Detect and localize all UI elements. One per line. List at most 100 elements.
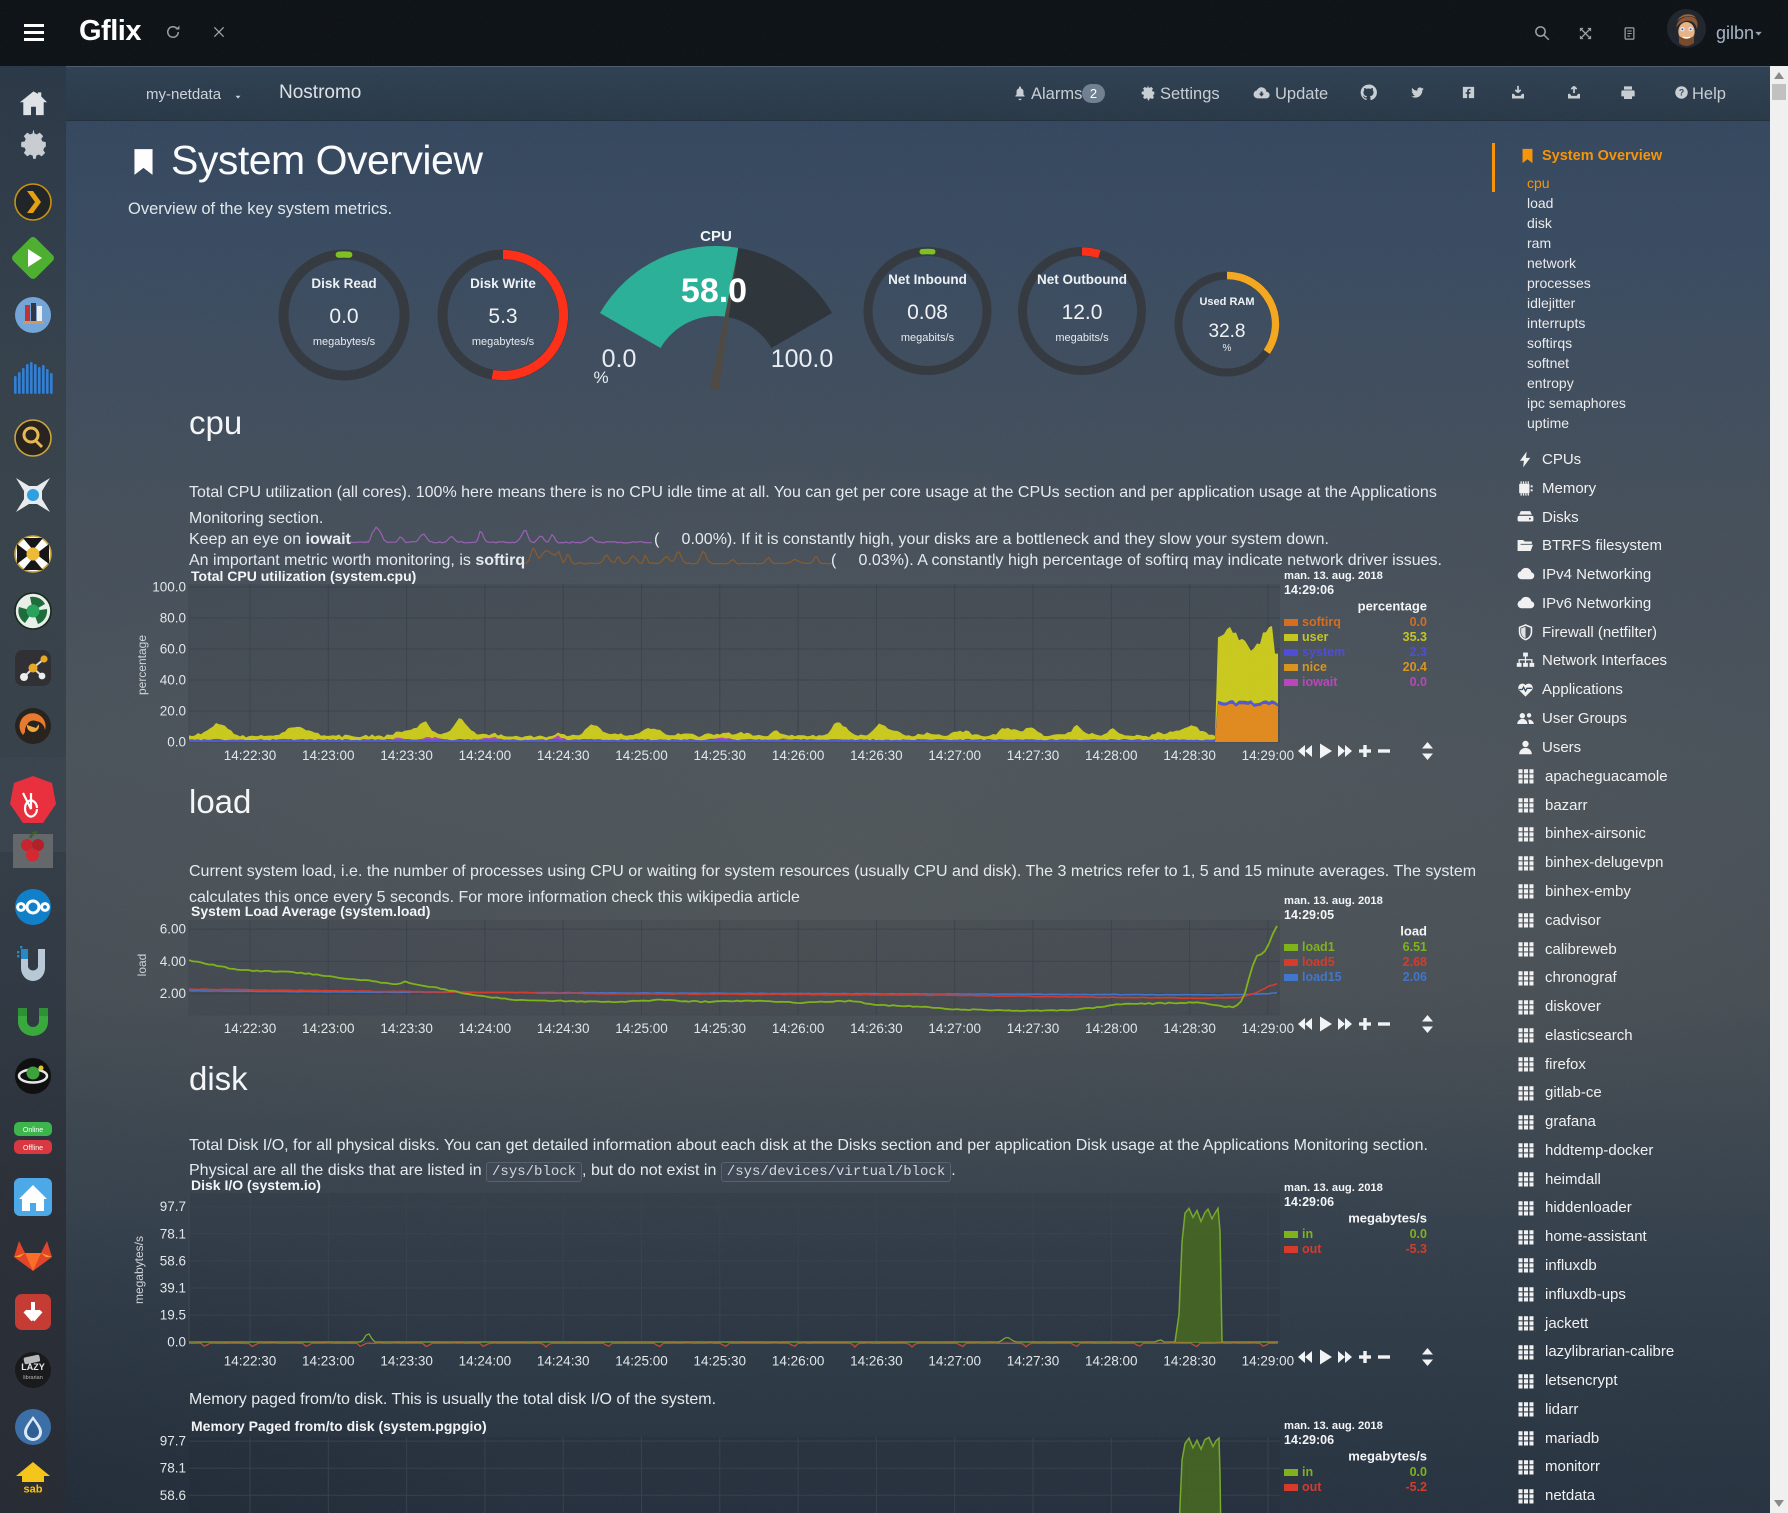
svg-text:load15: load15: [1302, 970, 1342, 984]
svg-text:14:23:00: 14:23:00: [302, 1021, 355, 1036]
svg-text:58.0: 58.0: [681, 272, 747, 310]
svg-text:14:23:00: 14:23:00: [302, 1354, 355, 1369]
svg-text:CPU: CPU: [700, 228, 732, 245]
svg-text:Online: Online: [23, 1127, 43, 1134]
svg-text:14:28:30: 14:28:30: [1163, 1021, 1216, 1036]
svg-text:14:24:30: 14:24:30: [537, 1354, 590, 1369]
svg-text:40.0: 40.0: [160, 673, 186, 688]
svg-text:97.7: 97.7: [160, 1434, 186, 1449]
svg-text:14:27:00: 14:27:00: [928, 1354, 981, 1369]
svg-text:5.3: 5.3: [488, 305, 517, 328]
svg-text:14:25:30: 14:25:30: [694, 1021, 747, 1036]
svg-text:LAZY: LAZY: [21, 1362, 45, 1372]
svg-text:0.0: 0.0: [1410, 615, 1427, 629]
svg-text:megabytes/s: megabytes/s: [313, 336, 376, 348]
svg-text:14:27:30: 14:27:30: [1007, 748, 1060, 763]
svg-text:100.0: 100.0: [771, 345, 834, 373]
svg-text:14:26:30: 14:26:30: [850, 1021, 903, 1036]
svg-text:0.0: 0.0: [1410, 1465, 1427, 1479]
svg-text:14:24:30: 14:24:30: [537, 748, 590, 763]
svg-text:14:24:30: 14:24:30: [537, 1021, 590, 1036]
svg-text:out: out: [1302, 1480, 1322, 1494]
svg-text:58.6: 58.6: [160, 1253, 186, 1268]
svg-text:14:22:30: 14:22:30: [224, 1354, 277, 1369]
svg-text:14:29:00: 14:29:00: [1242, 1021, 1295, 1036]
svg-text:sab: sab: [24, 1484, 43, 1496]
svg-text:20.0: 20.0: [160, 704, 186, 719]
svg-text:Net Inbound: Net Inbound: [888, 272, 967, 287]
svg-text:32.8: 32.8: [1209, 321, 1246, 342]
svg-text:percentage: percentage: [1358, 599, 1427, 614]
svg-text:0.0: 0.0: [167, 735, 186, 750]
svg-text:%: %: [593, 368, 608, 387]
svg-text:14:24:00: 14:24:00: [459, 1354, 512, 1369]
svg-text:14:25:00: 14:25:00: [615, 748, 668, 763]
svg-text:megabytes/s: megabytes/s: [1348, 1449, 1427, 1464]
svg-text:14:28:30: 14:28:30: [1163, 748, 1216, 763]
svg-text:14:29:00: 14:29:00: [1242, 1354, 1295, 1369]
svg-text:14:23:30: 14:23:30: [380, 1021, 433, 1036]
svg-text:man. 13. aug. 2018: man. 13. aug. 2018: [1284, 1420, 1383, 1432]
svg-text:softirq: softirq: [1302, 615, 1341, 629]
svg-text:Memory Paged from/to disk (sys: Memory Paged from/to disk (system.pgpgio…: [191, 1418, 487, 1434]
svg-text:14:24:00: 14:24:00: [459, 748, 512, 763]
svg-text:14:27:00: 14:27:00: [928, 1021, 981, 1036]
svg-text:97.7: 97.7: [160, 1199, 186, 1214]
svg-text:14:28:30: 14:28:30: [1163, 1354, 1216, 1369]
svg-text:14:27:30: 14:27:30: [1007, 1021, 1060, 1036]
svg-text:14:23:00: 14:23:00: [302, 748, 355, 763]
svg-text:nice: nice: [1302, 660, 1327, 674]
svg-text:Net Outbound: Net Outbound: [1037, 272, 1127, 287]
svg-text:14:29:00: 14:29:00: [1242, 748, 1295, 763]
svg-text:4.00: 4.00: [160, 954, 186, 969]
svg-text:78.1: 78.1: [160, 1461, 186, 1476]
svg-text:2.68: 2.68: [1403, 955, 1427, 969]
svg-text:14:22:30: 14:22:30: [224, 1021, 277, 1036]
svg-text:14:22:30: 14:22:30: [224, 748, 277, 763]
svg-text:load5: load5: [1302, 955, 1335, 969]
svg-text:2.3: 2.3: [1410, 645, 1427, 659]
svg-text:load1: load1: [1302, 940, 1335, 954]
svg-text:Offline: Offline: [23, 1145, 43, 1152]
svg-text:in: in: [1302, 1465, 1313, 1479]
svg-text:14:27:30: 14:27:30: [1007, 1354, 1060, 1369]
svg-text:12.0: 12.0: [1062, 301, 1103, 324]
svg-text:0.0: 0.0: [329, 305, 358, 328]
svg-text:80.0: 80.0: [160, 611, 186, 626]
svg-text:14:25:00: 14:25:00: [615, 1354, 668, 1369]
svg-text:megabytes/s: megabytes/s: [132, 1236, 146, 1304]
svg-text:19.5: 19.5: [160, 1308, 186, 1323]
svg-text:14:26:00: 14:26:00: [772, 1021, 825, 1036]
svg-text:load: load: [135, 954, 149, 977]
svg-text:60.0: 60.0: [160, 642, 186, 657]
svg-text:20.4: 20.4: [1403, 660, 1427, 674]
svg-text:megabytes/s: megabytes/s: [1348, 1211, 1427, 1226]
svg-text:78.1: 78.1: [160, 1226, 186, 1241]
svg-text:14:25:30: 14:25:30: [694, 1354, 747, 1369]
svg-text:2.06: 2.06: [1403, 970, 1427, 984]
svg-text:-5.2: -5.2: [1405, 1480, 1427, 1494]
svg-text:58.6: 58.6: [160, 1488, 186, 1503]
svg-text:%: %: [1223, 343, 1232, 354]
svg-text:14:23:30: 14:23:30: [380, 748, 433, 763]
svg-text:35.3: 35.3: [1403, 630, 1427, 644]
svg-text:14:24:00: 14:24:00: [459, 1021, 512, 1036]
svg-text:Used RAM: Used RAM: [1199, 296, 1254, 308]
svg-text:megabits/s: megabits/s: [901, 332, 955, 344]
svg-text:-5.3: -5.3: [1405, 1242, 1427, 1256]
svg-text:14:25:30: 14:25:30: [694, 748, 747, 763]
svg-text:iowait: iowait: [1302, 675, 1338, 689]
svg-text:14:27:00: 14:27:00: [928, 748, 981, 763]
svg-text:load: load: [1400, 924, 1427, 939]
svg-text:39.1: 39.1: [160, 1281, 186, 1296]
svg-text:0.0: 0.0: [1410, 1227, 1427, 1241]
svg-text:14:29:06: 14:29:06: [1284, 583, 1334, 597]
svg-text:Disk Write: Disk Write: [470, 276, 536, 291]
svg-text:14:28:00: 14:28:00: [1085, 1354, 1138, 1369]
svg-text:megabits/s: megabits/s: [1055, 332, 1109, 344]
svg-text:14:29:06: 14:29:06: [1284, 1433, 1334, 1447]
svg-text:0.08: 0.08: [907, 301, 948, 324]
svg-text:14:26:00: 14:26:00: [772, 1354, 825, 1369]
svg-text:Disk Read: Disk Read: [311, 276, 376, 291]
svg-text:2.00: 2.00: [160, 986, 186, 1001]
